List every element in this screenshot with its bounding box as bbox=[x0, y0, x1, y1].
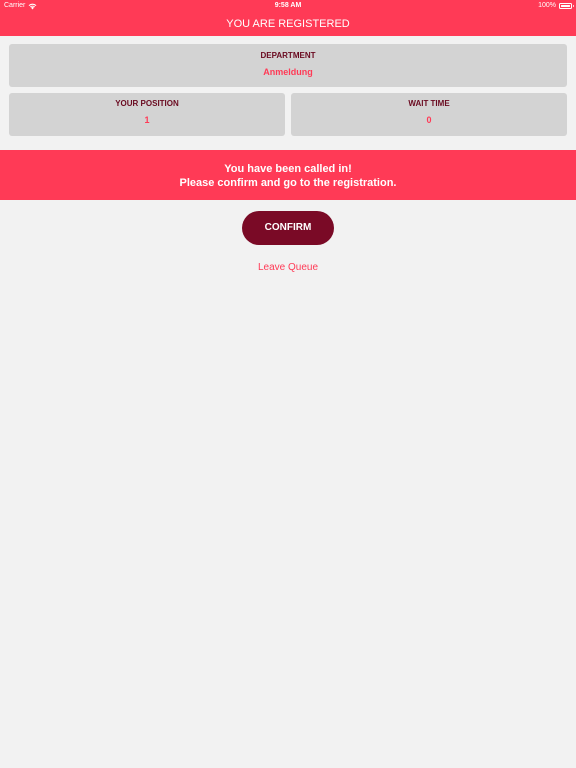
banner-line-1: You have been called in! bbox=[224, 163, 352, 175]
banner-line-2: Please confirm and go to the registratio… bbox=[179, 177, 397, 189]
battery-icon bbox=[559, 3, 574, 9]
battery-fill bbox=[561, 5, 570, 7]
leave-queue-link[interactable]: Leave Queue bbox=[0, 262, 576, 274]
confirm-button[interactable]: CONFIRM bbox=[242, 211, 334, 245]
wait-time-card: WAIT TIME 0 bbox=[291, 93, 567, 136]
department-card: DEPARTMENT Anmeldung bbox=[9, 44, 567, 87]
called-in-banner: You have been called in! Please confirm … bbox=[0, 150, 576, 200]
status-bar: Carrier 9:58 AM 100% bbox=[0, 0, 576, 12]
department-value: Anmeldung bbox=[263, 67, 313, 77]
page-title: YOU ARE REGISTERED bbox=[226, 18, 350, 30]
position-card: YOUR POSITION 1 bbox=[9, 93, 285, 136]
header-bar: Carrier 9:58 AM 100% YOU ARE REGISTERED bbox=[0, 0, 576, 36]
position-label: YOUR POSITION bbox=[115, 99, 179, 108]
status-time: 9:58 AM bbox=[274, 2, 302, 9]
status-right: 100% bbox=[538, 0, 574, 12]
department-label: DEPARTMENT bbox=[260, 51, 316, 60]
wait-time-label: WAIT TIME bbox=[408, 99, 450, 108]
position-value: 1 bbox=[144, 115, 150, 125]
battery-percent: 100% bbox=[538, 2, 556, 9]
wait-time-value: 0 bbox=[426, 115, 432, 125]
